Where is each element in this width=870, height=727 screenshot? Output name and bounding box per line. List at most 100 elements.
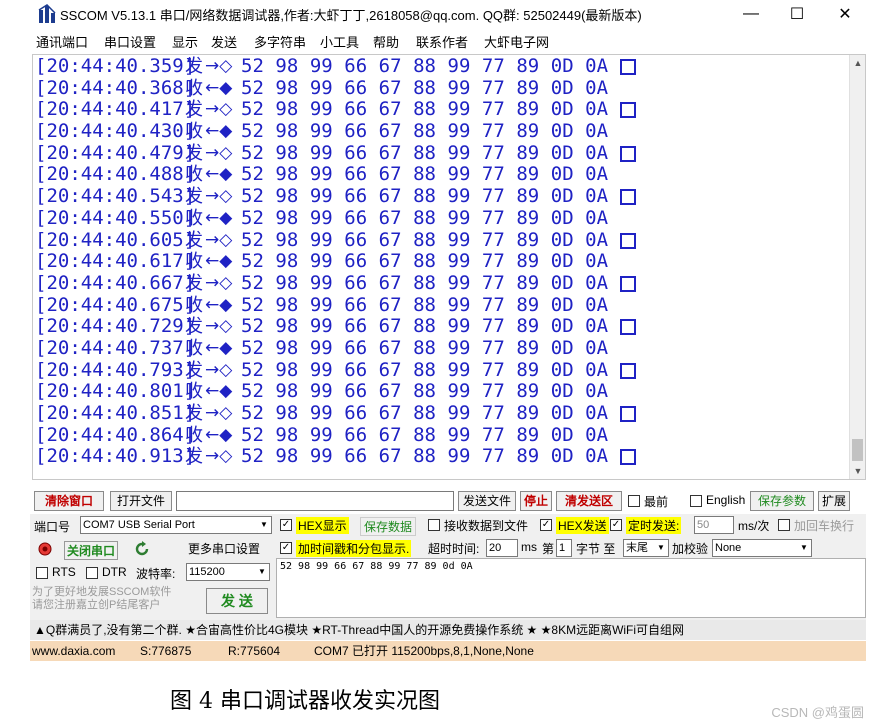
port-value: COM7 USB Serial Port bbox=[83, 519, 195, 531]
log-bytes: 52 98 99 66 67 88 99 77 89 0D 0A bbox=[241, 76, 609, 99]
byte-start-input[interactable]: 1 bbox=[556, 539, 572, 557]
log-direction: 收 bbox=[185, 164, 203, 186]
log-row: [20:44:40.417] 发 →◇ 52 98 99 66 67 88 99 77… bbox=[35, 99, 845, 121]
port-label: 端口号 bbox=[34, 520, 71, 534]
log-direction: 发 bbox=[185, 403, 203, 424]
send-file-button[interactable]: 发送文件 bbox=[458, 491, 516, 511]
status-port: COM7 已打开 115200bps,8,1,None,None bbox=[314, 644, 534, 658]
log-arrow-icon: ←◆ bbox=[205, 424, 233, 445]
refresh-icon[interactable] bbox=[134, 541, 150, 557]
english-label: English bbox=[706, 493, 746, 507]
menu-tools[interactable]: 小工具 bbox=[320, 32, 359, 51]
menu-contact-author[interactable]: 联系作者 bbox=[416, 32, 468, 51]
timestamp-checkbox[interactable]: ✓ bbox=[280, 542, 292, 554]
baud-select[interactable]: 115200 ▼ bbox=[186, 563, 270, 581]
log-bytes: 52 98 99 66 67 88 99 77 89 0D 0A bbox=[241, 380, 609, 403]
save-data-button[interactable]: 保存数据 bbox=[360, 517, 417, 536]
menu-help[interactable]: 帮助 bbox=[373, 32, 399, 51]
log-direction: 发 bbox=[185, 359, 203, 381]
timed-send-label: 定时发送: bbox=[626, 517, 682, 534]
log-row: [20:44:40.488] 收 ←◆ 52 98 99 66 67 88 99 77… bbox=[35, 164, 845, 186]
receive-window[interactable]: [20:44:40.359] 发 →◇ 52 98 99 66 67 88 99 77… bbox=[32, 54, 866, 480]
log-timestamp: [20:44:40.488] bbox=[35, 163, 196, 186]
log-arrow-icon: →◇ bbox=[205, 359, 233, 380]
scroll-down-icon[interactable]: ▼ bbox=[850, 463, 865, 479]
log-timestamp: [20:44:40.617] bbox=[35, 250, 196, 273]
log-arrow-icon: ←◆ bbox=[205, 77, 233, 98]
log-bytes: 52 98 99 66 67 88 99 77 89 0D 0A bbox=[241, 141, 609, 164]
log-row: [20:44:40.851] 发 →◇ 52 98 99 66 67 88 99 77… bbox=[35, 402, 845, 425]
log-timestamp: [20:44:40.667] bbox=[35, 271, 196, 294]
menu-multi-string[interactable]: 多字符串 bbox=[254, 32, 306, 51]
log-timestamp: [20:44:40.675] bbox=[35, 293, 196, 316]
byte-end-select[interactable]: 末尾 ▼ bbox=[623, 539, 669, 557]
log-timestamp: [20:44:40.359] bbox=[35, 55, 196, 77]
recv-to-file-label: 接收数据到文件 bbox=[444, 519, 529, 533]
checksum-label: 加校验 bbox=[672, 542, 709, 556]
news-ticker[interactable]: ▲Q群满员了,没有第二个群. ★合宙高性价比4G模块 ★RT-Thread中国人… bbox=[30, 620, 866, 640]
log-direction: 收 bbox=[185, 337, 203, 359]
log-timestamp: [20:44:40.543] bbox=[35, 185, 196, 208]
log-arrow-icon: ←◆ bbox=[205, 207, 233, 228]
receive-scrollbar[interactable]: ▲ ▼ bbox=[849, 55, 865, 479]
chevron-down-icon: ▼ bbox=[258, 567, 266, 576]
newline-box-icon bbox=[620, 189, 637, 206]
menu-send[interactable]: 发送 bbox=[211, 32, 237, 51]
log-row: [20:44:40.550] 收 ←◆ 52 98 99 66 67 88 99 77… bbox=[35, 206, 845, 230]
log-arrow-icon: ←◆ bbox=[205, 251, 233, 272]
scroll-up-icon[interactable]: ▲ bbox=[850, 55, 865, 71]
rts-checkbox[interactable] bbox=[36, 567, 48, 579]
topmost-label: 最前 bbox=[644, 495, 669, 509]
checksum-select[interactable]: None ▼ bbox=[712, 539, 812, 557]
chevron-down-icon: ▼ bbox=[800, 543, 808, 552]
open-file-button[interactable]: 打开文件 bbox=[110, 491, 172, 511]
clear-window-button[interactable]: 清除窗口 bbox=[34, 491, 104, 511]
log-arrow-icon: →◇ bbox=[205, 272, 233, 293]
save-params-button[interactable]: 保存参数 bbox=[750, 491, 814, 511]
menu-daxia-site[interactable]: 大虾电子网 bbox=[484, 32, 549, 51]
more-settings-button[interactable]: 更多串口设置 bbox=[188, 540, 260, 557]
log-timestamp: [20:44:40.479] bbox=[35, 141, 196, 164]
log-arrow-icon: ←◆ bbox=[205, 294, 233, 315]
scroll-thumb[interactable] bbox=[852, 439, 863, 461]
menu-display[interactable]: 显示 bbox=[172, 32, 198, 51]
file-path-input[interactable] bbox=[176, 491, 454, 511]
stop-button[interactable]: 停止 bbox=[520, 491, 552, 511]
send-button[interactable]: 发 送 bbox=[206, 588, 268, 614]
log-bytes: 52 98 99 66 67 88 99 77 89 0D 0A bbox=[241, 402, 609, 424]
menu-comm-port[interactable]: 通讯端口 bbox=[36, 32, 88, 51]
expand-button[interactable]: 扩展 bbox=[818, 491, 850, 511]
baud-label: 波特率: bbox=[136, 567, 176, 581]
log-direction: 发 bbox=[185, 142, 203, 164]
close-port-button[interactable]: 关闭串口 bbox=[64, 541, 119, 560]
hex-send-checkbox[interactable]: ✓ bbox=[540, 519, 552, 531]
log-bytes: 52 98 99 66 67 88 99 77 89 0D 0A bbox=[241, 228, 609, 251]
status-site[interactable]: www.daxia.com bbox=[32, 641, 115, 661]
dtr-checkbox[interactable] bbox=[86, 567, 98, 579]
close-button[interactable]: ✕ bbox=[822, 0, 868, 28]
maximize-button[interactable]: ☐ bbox=[774, 0, 820, 28]
topmost-checkbox[interactable] bbox=[628, 495, 640, 507]
log-row: [20:44:40.359] 发 →◇ 52 98 99 66 67 88 99 77… bbox=[35, 55, 845, 78]
log-direction: 收 bbox=[185, 294, 203, 316]
timeout-input[interactable]: 20 bbox=[486, 539, 518, 557]
menu-port-settings[interactable]: 串口设置 bbox=[104, 32, 156, 51]
timed-interval-input[interactable]: 50 bbox=[694, 516, 734, 534]
english-checkbox[interactable] bbox=[690, 495, 702, 507]
menu-bar: 通讯端口 串口设置 显示 发送 多字符串 小工具 帮助 联系作者 大虾电子网 bbox=[0, 28, 870, 52]
recv-to-file-checkbox[interactable] bbox=[428, 519, 440, 531]
timed-send-checkbox[interactable]: ✓ bbox=[610, 519, 622, 531]
checksum-value: None bbox=[715, 542, 742, 554]
add-crlf-checkbox[interactable] bbox=[778, 519, 790, 531]
log-timestamp: [20:44:40.550] bbox=[35, 206, 196, 229]
promo-text[interactable]: 为了更好地发展SSCOM软件 请您注册嘉立创P结尾客户 bbox=[32, 586, 171, 612]
log-direction: 发 bbox=[185, 186, 203, 208]
minimize-button[interactable]: — bbox=[728, 0, 774, 28]
hex-display-checkbox[interactable]: ✓ bbox=[280, 519, 292, 531]
sscom-window: SSCOM V5.13.1 串口/网络数据调试器,作者:大虾丁丁,2618058… bbox=[0, 0, 870, 661]
log-arrow-icon: ←◆ bbox=[205, 337, 233, 358]
send-textarea[interactable]: 52 98 99 66 67 88 99 77 89 0d 0A bbox=[276, 558, 866, 618]
port-select[interactable]: COM7 USB Serial Port ▼ bbox=[80, 516, 272, 534]
status-bar: www.daxia.com S:776875 R:775604 COM7 已打开… bbox=[30, 641, 866, 661]
clear-send-button[interactable]: 清发送区 bbox=[556, 491, 622, 511]
